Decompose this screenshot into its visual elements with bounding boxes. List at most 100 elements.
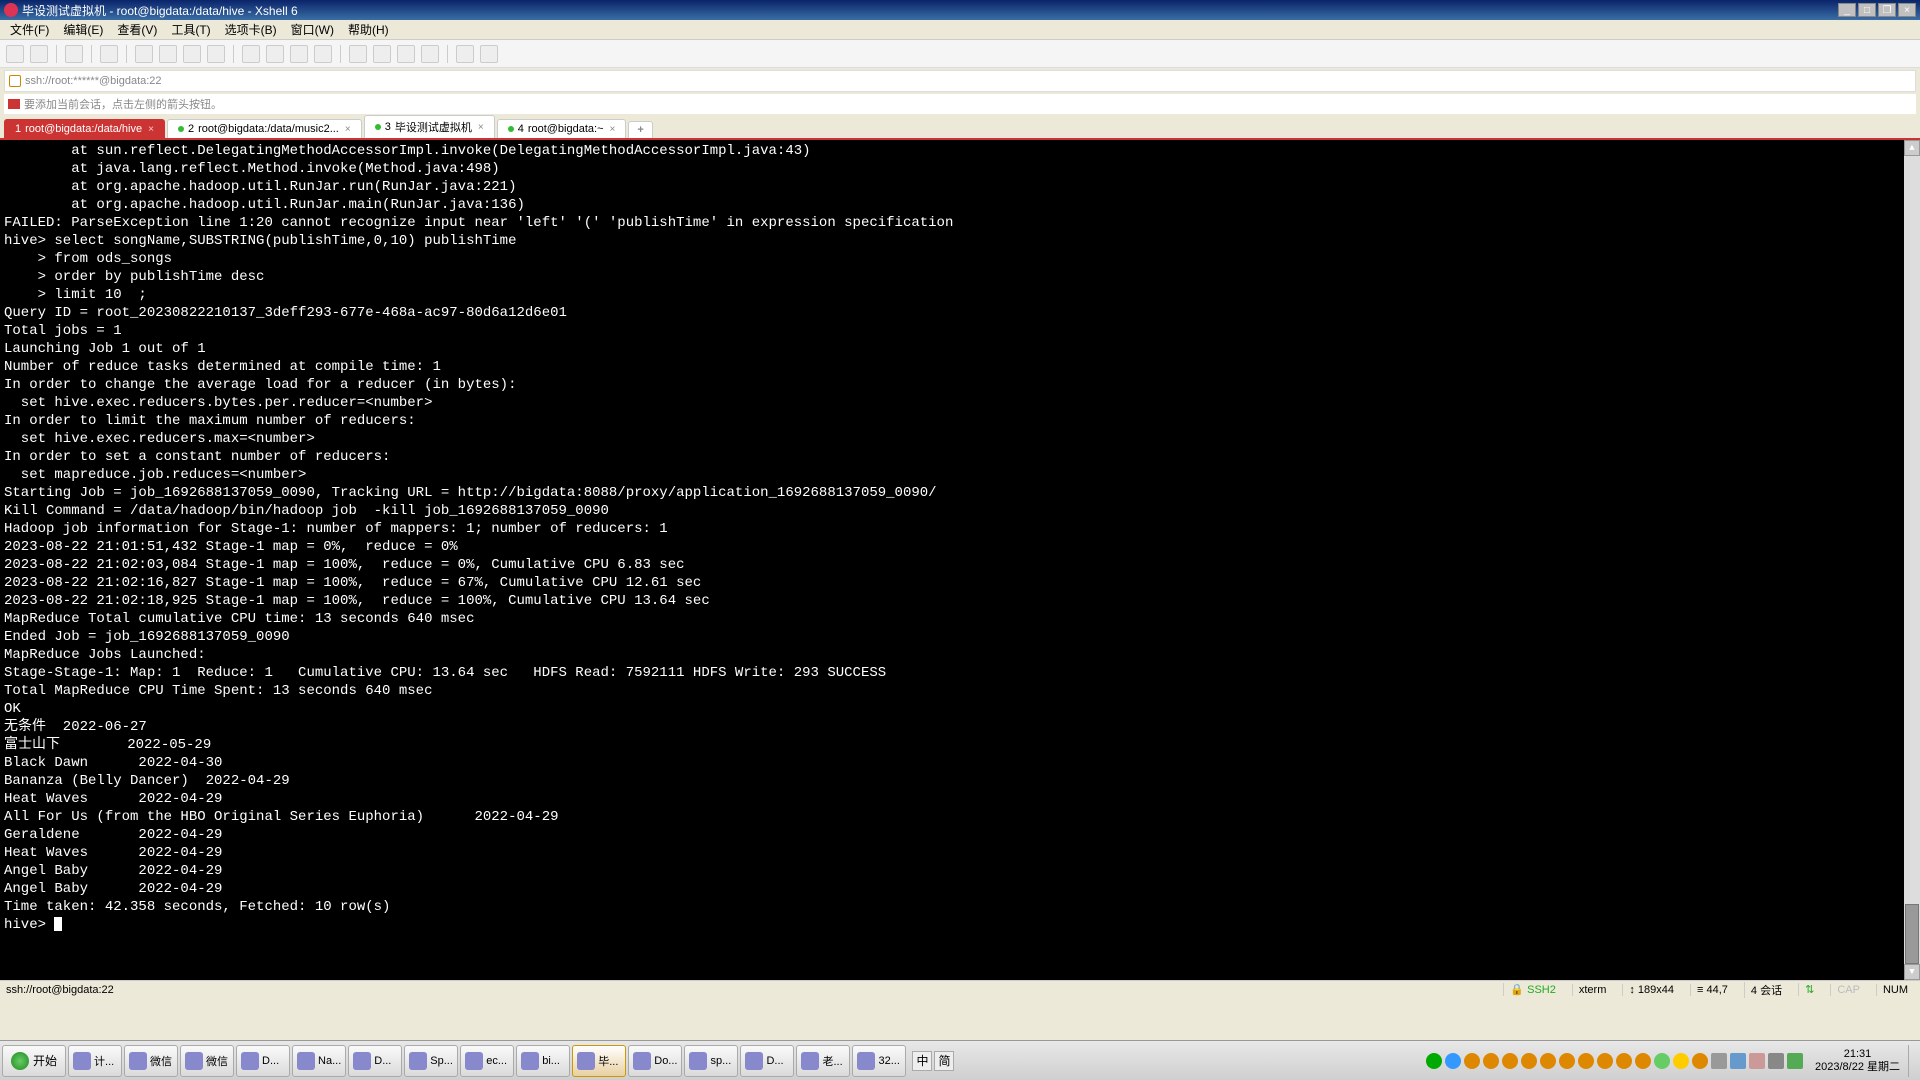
taskbar-item[interactable]: ec... [460,1045,514,1077]
ime-simp-button[interactable]: 简 [934,1051,954,1071]
taskbar-item-icon [297,1052,315,1070]
status-ssh-icon: 🔒 SSH2 [1503,983,1562,996]
scroll-down-icon[interactable]: ▼ [1904,964,1920,980]
taskbar-item[interactable]: D... [348,1045,402,1077]
taskbar-item[interactable]: sp... [684,1045,738,1077]
taskbar-item[interactable]: D... [236,1045,290,1077]
clear-screen-icon[interactable] [373,45,391,63]
taskbar-item[interactable]: Na... [292,1045,346,1077]
fullscreen-icon[interactable] [290,45,308,63]
taskbar-item-icon [689,1052,707,1070]
transparency-icon[interactable] [314,45,332,63]
tray-qq-icon[interactable] [1502,1053,1518,1069]
connect-icon[interactable] [65,45,83,63]
tray-volume-icon[interactable] [1711,1053,1727,1069]
taskbar-item-icon [185,1052,203,1070]
taskbar-item[interactable]: 微信 [180,1045,234,1077]
scroll-thumb[interactable] [1905,904,1919,964]
start-button[interactable]: 开始 [2,1045,66,1077]
menu-edit[interactable]: 编辑(E) [57,21,109,38]
tray-qq-icon[interactable] [1483,1053,1499,1069]
taskbar-item[interactable]: 老... [796,1045,850,1077]
terminal-output[interactable]: at sun.reflect.DelegatingMethodAccessorI… [0,140,1920,980]
tray-qq-icon[interactable] [1464,1053,1480,1069]
taskbar-item[interactable]: Do... [628,1045,682,1077]
tab-close-icon[interactable]: × [478,122,484,133]
tray-network-icon[interactable] [1768,1053,1784,1069]
taskbar-item[interactable]: 32... [852,1045,906,1077]
color-scheme-icon[interactable] [242,45,260,63]
toolbar-separator [447,45,448,63]
taskbar-item-icon [465,1052,483,1070]
session-tabs: 1 root@bigdata:/data/hive×2 root@bigdata… [0,116,1920,140]
scroll-up-icon[interactable]: ▲ [1904,140,1920,156]
tray-qq-icon[interactable] [1578,1053,1594,1069]
copy-icon[interactable] [159,45,177,63]
close-button[interactable]: × [1898,3,1916,17]
tray-qq-icon[interactable] [1540,1053,1556,1069]
taskbar-item[interactable]: D... [740,1045,794,1077]
taskbar-item[interactable]: 毕... [572,1045,626,1077]
taskbar-item-icon [241,1052,259,1070]
tab-close-icon[interactable]: × [345,124,351,135]
taskbar-item[interactable]: bi... [516,1045,570,1077]
tray-qq-icon[interactable] [1559,1053,1575,1069]
menu-help[interactable]: 帮助(H) [342,21,395,38]
minimize-button[interactable]: _ [1838,3,1856,17]
tray-battery-icon[interactable] [1787,1053,1803,1069]
tray-qq-icon[interactable] [1597,1053,1613,1069]
menu-tools[interactable]: 工具(T) [165,21,216,38]
session-tab[interactable]: 2 root@bigdata:/data/music2...× [167,119,362,138]
search-icon[interactable] [135,45,153,63]
paste-icon[interactable] [183,45,201,63]
taskbar-item[interactable]: 计... [68,1045,122,1077]
tray-update-icon[interactable] [1749,1053,1765,1069]
tray-qq-icon[interactable] [1521,1053,1537,1069]
toolbar-separator [56,45,57,63]
scroll-lock-icon[interactable] [349,45,367,63]
taskbar-item[interactable]: Sp... [404,1045,458,1077]
tab-close-icon[interactable]: × [148,124,154,135]
about-icon[interactable] [480,45,498,63]
new-tab-button[interactable]: + [628,121,652,138]
tray-qq-icon[interactable] [1635,1053,1651,1069]
tile-horiz-icon[interactable] [397,45,415,63]
menu-window[interactable]: 窗口(W) [285,21,340,38]
menu-tab[interactable]: 选项卡(B) [219,21,283,38]
scrollbar[interactable]: ▲ ▼ [1904,140,1920,980]
menu-file[interactable]: 文件(F) [4,21,55,38]
menu-view[interactable]: 查看(V) [111,21,163,38]
start-orb-icon [11,1052,29,1070]
open-session-icon[interactable] [30,45,48,63]
new-session-icon[interactable] [6,45,24,63]
taskbar-clock[interactable]: 21:31 2023/8/22 星期二 [1809,1048,1906,1074]
taskbar-item[interactable]: 微信 [124,1045,178,1077]
status-arrows-icon: ⇅ [1798,983,1820,996]
tab-number: 2 [188,123,194,135]
show-desktop-button[interactable] [1908,1045,1918,1077]
tray-wechat-icon[interactable] [1654,1053,1670,1069]
highlight-icon[interactable] [266,45,284,63]
windows-taskbar: 开始 计...微信微信D...Na...D...Sp...ec...bi...毕… [0,1040,1920,1080]
tray-sogou-icon[interactable] [1692,1053,1708,1069]
maximize-button[interactable]: □ [1858,3,1876,17]
reconnect-icon[interactable] [100,45,118,63]
tray-qq-icon[interactable] [1616,1053,1632,1069]
address-bar[interactable]: ssh://root:******@bigdata:22 [4,70,1916,92]
session-tab[interactable]: 3 毕设测试虚拟机× [364,115,495,138]
tile-vert-icon[interactable] [421,45,439,63]
tray-shield-icon[interactable] [1426,1053,1442,1069]
toolbar-separator [91,45,92,63]
tab-close-icon[interactable]: × [610,124,616,135]
start-label: 开始 [33,1052,57,1069]
session-tab[interactable]: 1 root@bigdata:/data/hive× [4,119,165,138]
toolbar [0,40,1920,68]
tray-weather-icon[interactable] [1673,1053,1689,1069]
tray-bluetooth-icon[interactable] [1730,1053,1746,1069]
ime-lang-button[interactable]: 中 [912,1051,932,1071]
tray-flag-icon[interactable] [1445,1053,1461,1069]
session-tab[interactable]: 4 root@bigdata:~× [497,119,627,138]
help-icon[interactable] [456,45,474,63]
font-icon[interactable] [207,45,225,63]
restore-button[interactable]: ❐ [1878,3,1896,17]
